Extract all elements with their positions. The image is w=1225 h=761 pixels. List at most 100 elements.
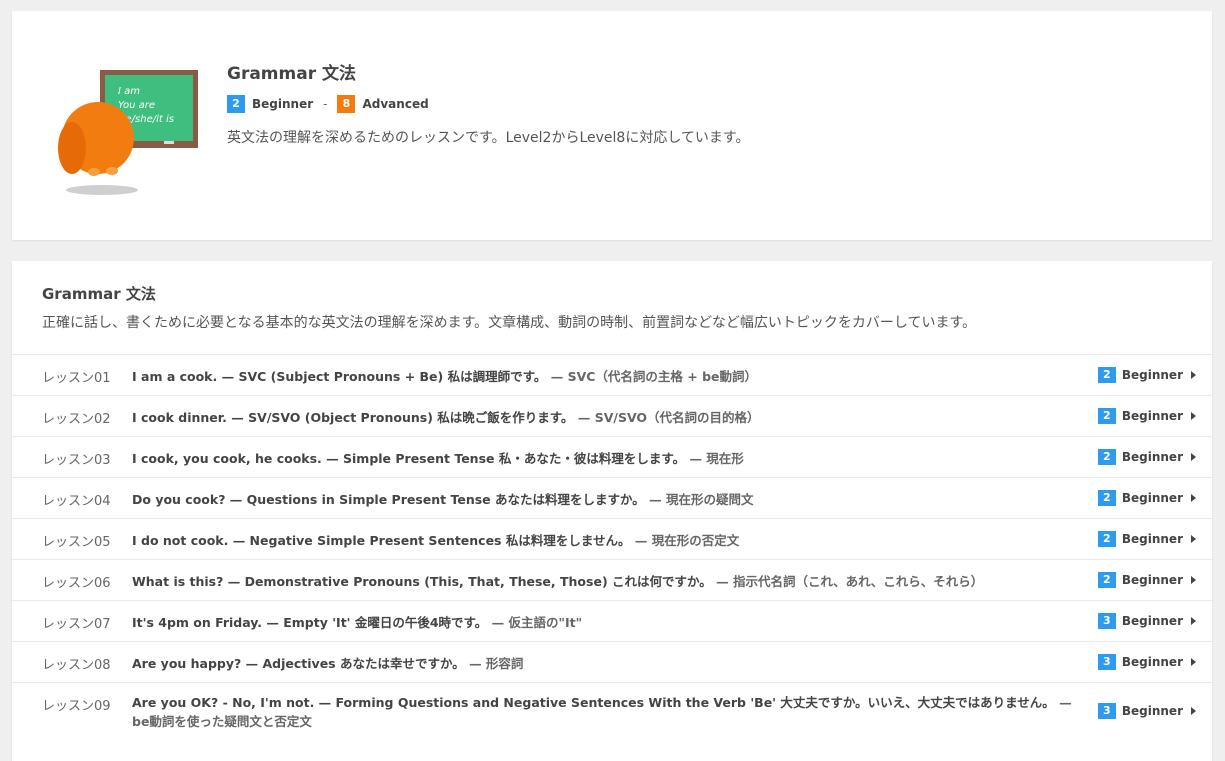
lesson-level: 2 Beginner bbox=[1097, 490, 1196, 506]
lesson-title: I cook, you cook, he cooks. — Simple Pre… bbox=[132, 449, 1082, 468]
lesson-title-text: It's 4pm on Friday. — Empty 'It' 金曜日の午後4… bbox=[132, 615, 488, 630]
level-badge: 3 bbox=[1097, 613, 1116, 629]
lesson-list: レッスン01 I am a cook. — SVC (Subject Pronou… bbox=[12, 354, 1212, 735]
chevron-right-icon bbox=[1191, 658, 1196, 666]
lesson-topic: — 形容詞 bbox=[464, 656, 524, 671]
level-label: Beginner bbox=[1121, 704, 1183, 718]
chevron-right-icon bbox=[1191, 617, 1196, 625]
chalk bbox=[164, 141, 174, 144]
lesson-number: レッスン07 bbox=[42, 617, 111, 632]
lesson-number: レッスン08 bbox=[42, 658, 111, 673]
level-badge: 3 bbox=[1097, 703, 1116, 719]
level-max-label: Advanced bbox=[362, 97, 429, 111]
lesson-title-text: I do not cook. — Negative Simple Present… bbox=[132, 533, 631, 548]
chevron-right-icon bbox=[1191, 371, 1196, 379]
course-title: Grammar 文法 bbox=[227, 64, 357, 84]
level-label: Beginner bbox=[1121, 532, 1183, 546]
level-label: Beginner bbox=[1121, 368, 1183, 382]
lesson-title: Are you happy? — Adjectives あなたは幸せですか。 —… bbox=[132, 654, 1082, 673]
lesson-number: レッスン06 bbox=[42, 576, 111, 591]
lesson-topic: — 現在形 bbox=[685, 451, 744, 466]
chevron-right-icon bbox=[1191, 535, 1196, 543]
level-separator: - bbox=[323, 97, 328, 111]
lesson-level: 2 Beginner bbox=[1097, 531, 1196, 547]
level-badge: 2 bbox=[1097, 490, 1116, 506]
lesson-title: Do you cook? — Questions in Simple Prese… bbox=[132, 490, 1082, 509]
level-label: Beginner bbox=[1121, 450, 1183, 464]
lesson-row[interactable]: レッスン09 Are you OK? - No, I'm not. — Formi… bbox=[12, 682, 1212, 735]
lesson-row[interactable]: レッスン02 I cook dinner. — SV/SVO (Object Pr… bbox=[12, 395, 1212, 436]
level-badge: 2 bbox=[1097, 531, 1116, 547]
lesson-row[interactable]: レッスン03 I cook, you cook, he cooks. — Simp… bbox=[12, 436, 1212, 477]
course-level-range: 2 Beginner - 8 Advanced bbox=[227, 95, 429, 113]
lesson-level: 2 Beginner bbox=[1097, 408, 1196, 424]
level-badge: 2 bbox=[1097, 367, 1116, 383]
lesson-topic: — 現在形の疑問文 bbox=[644, 492, 754, 507]
lesson-level: 3 Beginner bbox=[1097, 703, 1196, 719]
lesson-level: 2 Beginner bbox=[1097, 449, 1196, 465]
lesson-level: 2 Beginner bbox=[1097, 367, 1196, 383]
lesson-level: 3 Beginner bbox=[1097, 654, 1196, 670]
course-description: 英文法の理解を深めるためのレッスンです。Level2からLevel8に対応してい… bbox=[227, 130, 750, 146]
lesson-title: What is this? — Demonstrative Pronouns (… bbox=[132, 572, 1082, 591]
level-label: Beginner bbox=[1121, 655, 1183, 669]
lesson-row[interactable]: レッスン04 Do you cook? — Questions in Simple… bbox=[12, 477, 1212, 518]
lesson-title-text: I cook, you cook, he cooks. — Simple Pre… bbox=[132, 451, 686, 466]
lesson-topic: — 現在形の否定文 bbox=[630, 533, 740, 548]
course-header-card: I am You are He/she/it is Grammar 文法 2 B… bbox=[12, 11, 1212, 240]
lesson-title-text: I am a cook. — SVC (Subject Pronouns + B… bbox=[132, 369, 547, 384]
lesson-number: レッスン02 bbox=[42, 412, 111, 427]
lesson-number: レッスン04 bbox=[42, 494, 111, 509]
lesson-number: レッスン01 bbox=[42, 371, 111, 386]
lesson-title: It's 4pm on Friday. — Empty 'It' 金曜日の午後4… bbox=[132, 613, 1082, 632]
level-label: Beginner bbox=[1121, 491, 1183, 505]
chalk-line-1: I am bbox=[118, 86, 140, 97]
chevron-right-icon bbox=[1191, 707, 1196, 715]
lesson-row[interactable]: レッスン06 What is this? — Demonstrative Pron… bbox=[12, 559, 1212, 600]
lesson-title-text: What is this? — Demonstrative Pronouns (… bbox=[132, 574, 712, 589]
level-label: Beginner bbox=[1121, 614, 1183, 628]
owl-chalkboard-illustration: I am You are He/she/it is bbox=[58, 70, 198, 195]
lesson-topic: — 仮主語の"It" bbox=[487, 615, 583, 630]
level-badge-max: 8 bbox=[337, 95, 356, 113]
shadow bbox=[66, 185, 138, 195]
lesson-row[interactable]: レッスン01 I am a cook. — SVC (Subject Pronou… bbox=[12, 354, 1212, 395]
lesson-number: レッスン03 bbox=[42, 453, 111, 468]
level-badge: 2 bbox=[1097, 572, 1116, 588]
lesson-row[interactable]: レッスン08 Are you happy? — Adjectives あなたは幸せ… bbox=[12, 641, 1212, 682]
lesson-title-text: Are you happy? — Adjectives あなたは幸せですか。 bbox=[132, 656, 465, 671]
lesson-title-text: Do you cook? — Questions in Simple Prese… bbox=[132, 492, 645, 507]
level-label: Beginner bbox=[1121, 409, 1183, 423]
owl-foot bbox=[88, 168, 100, 176]
lesson-title-text: I cook dinner. — SV/SVO (Object Pronouns… bbox=[132, 410, 574, 425]
lesson-topic: — 指示代名詞（これ、あれ、これら、それら） bbox=[711, 574, 984, 589]
lesson-number: レッスン09 bbox=[42, 699, 111, 714]
chevron-right-icon bbox=[1191, 576, 1196, 584]
lesson-title: Are you OK? - No, I'm not. — Forming Que… bbox=[132, 693, 1082, 731]
section-title: Grammar 文法 bbox=[42, 285, 156, 303]
level-badge-min: 2 bbox=[227, 95, 245, 113]
lesson-row[interactable]: レッスン07 It's 4pm on Friday. — Empty 'It' 金… bbox=[12, 600, 1212, 641]
level-label: Beginner bbox=[1121, 573, 1183, 587]
chalk-line-2: You are bbox=[118, 100, 155, 111]
level-badge: 2 bbox=[1097, 408, 1116, 424]
lesson-level: 2 Beginner bbox=[1097, 572, 1196, 588]
chevron-right-icon bbox=[1191, 494, 1196, 502]
lesson-level: 3 Beginner bbox=[1097, 613, 1196, 629]
chevron-right-icon bbox=[1191, 412, 1196, 420]
lesson-topic: — SV/SVO（代名詞の目的格） bbox=[573, 410, 760, 425]
lesson-row[interactable]: レッスン05 I do not cook. — Negative Simple P… bbox=[12, 518, 1212, 559]
lessons-card: Grammar 文法 正確に話し、書くために必要となる基本的な英文法の理解を深め… bbox=[12, 261, 1212, 761]
lesson-title: I am a cook. — SVC (Subject Pronouns + B… bbox=[132, 367, 1082, 386]
owl-wing bbox=[58, 122, 86, 174]
level-badge: 3 bbox=[1097, 654, 1116, 670]
lesson-title: I cook dinner. — SV/SVO (Object Pronouns… bbox=[132, 408, 1082, 427]
level-badge: 2 bbox=[1097, 449, 1116, 465]
level-min-label: Beginner bbox=[252, 97, 314, 111]
lesson-title: I do not cook. — Negative Simple Present… bbox=[132, 531, 1082, 550]
owl-foot bbox=[106, 167, 118, 175]
lesson-title-text: Are you OK? - No, I'm not. — Forming Que… bbox=[132, 695, 1055, 710]
lesson-number: レッスン05 bbox=[42, 535, 111, 550]
section-description: 正確に話し、書くために必要となる基本的な英文法の理解を深めます。文章構成、動詞の… bbox=[42, 315, 977, 331]
chevron-right-icon bbox=[1191, 453, 1196, 461]
